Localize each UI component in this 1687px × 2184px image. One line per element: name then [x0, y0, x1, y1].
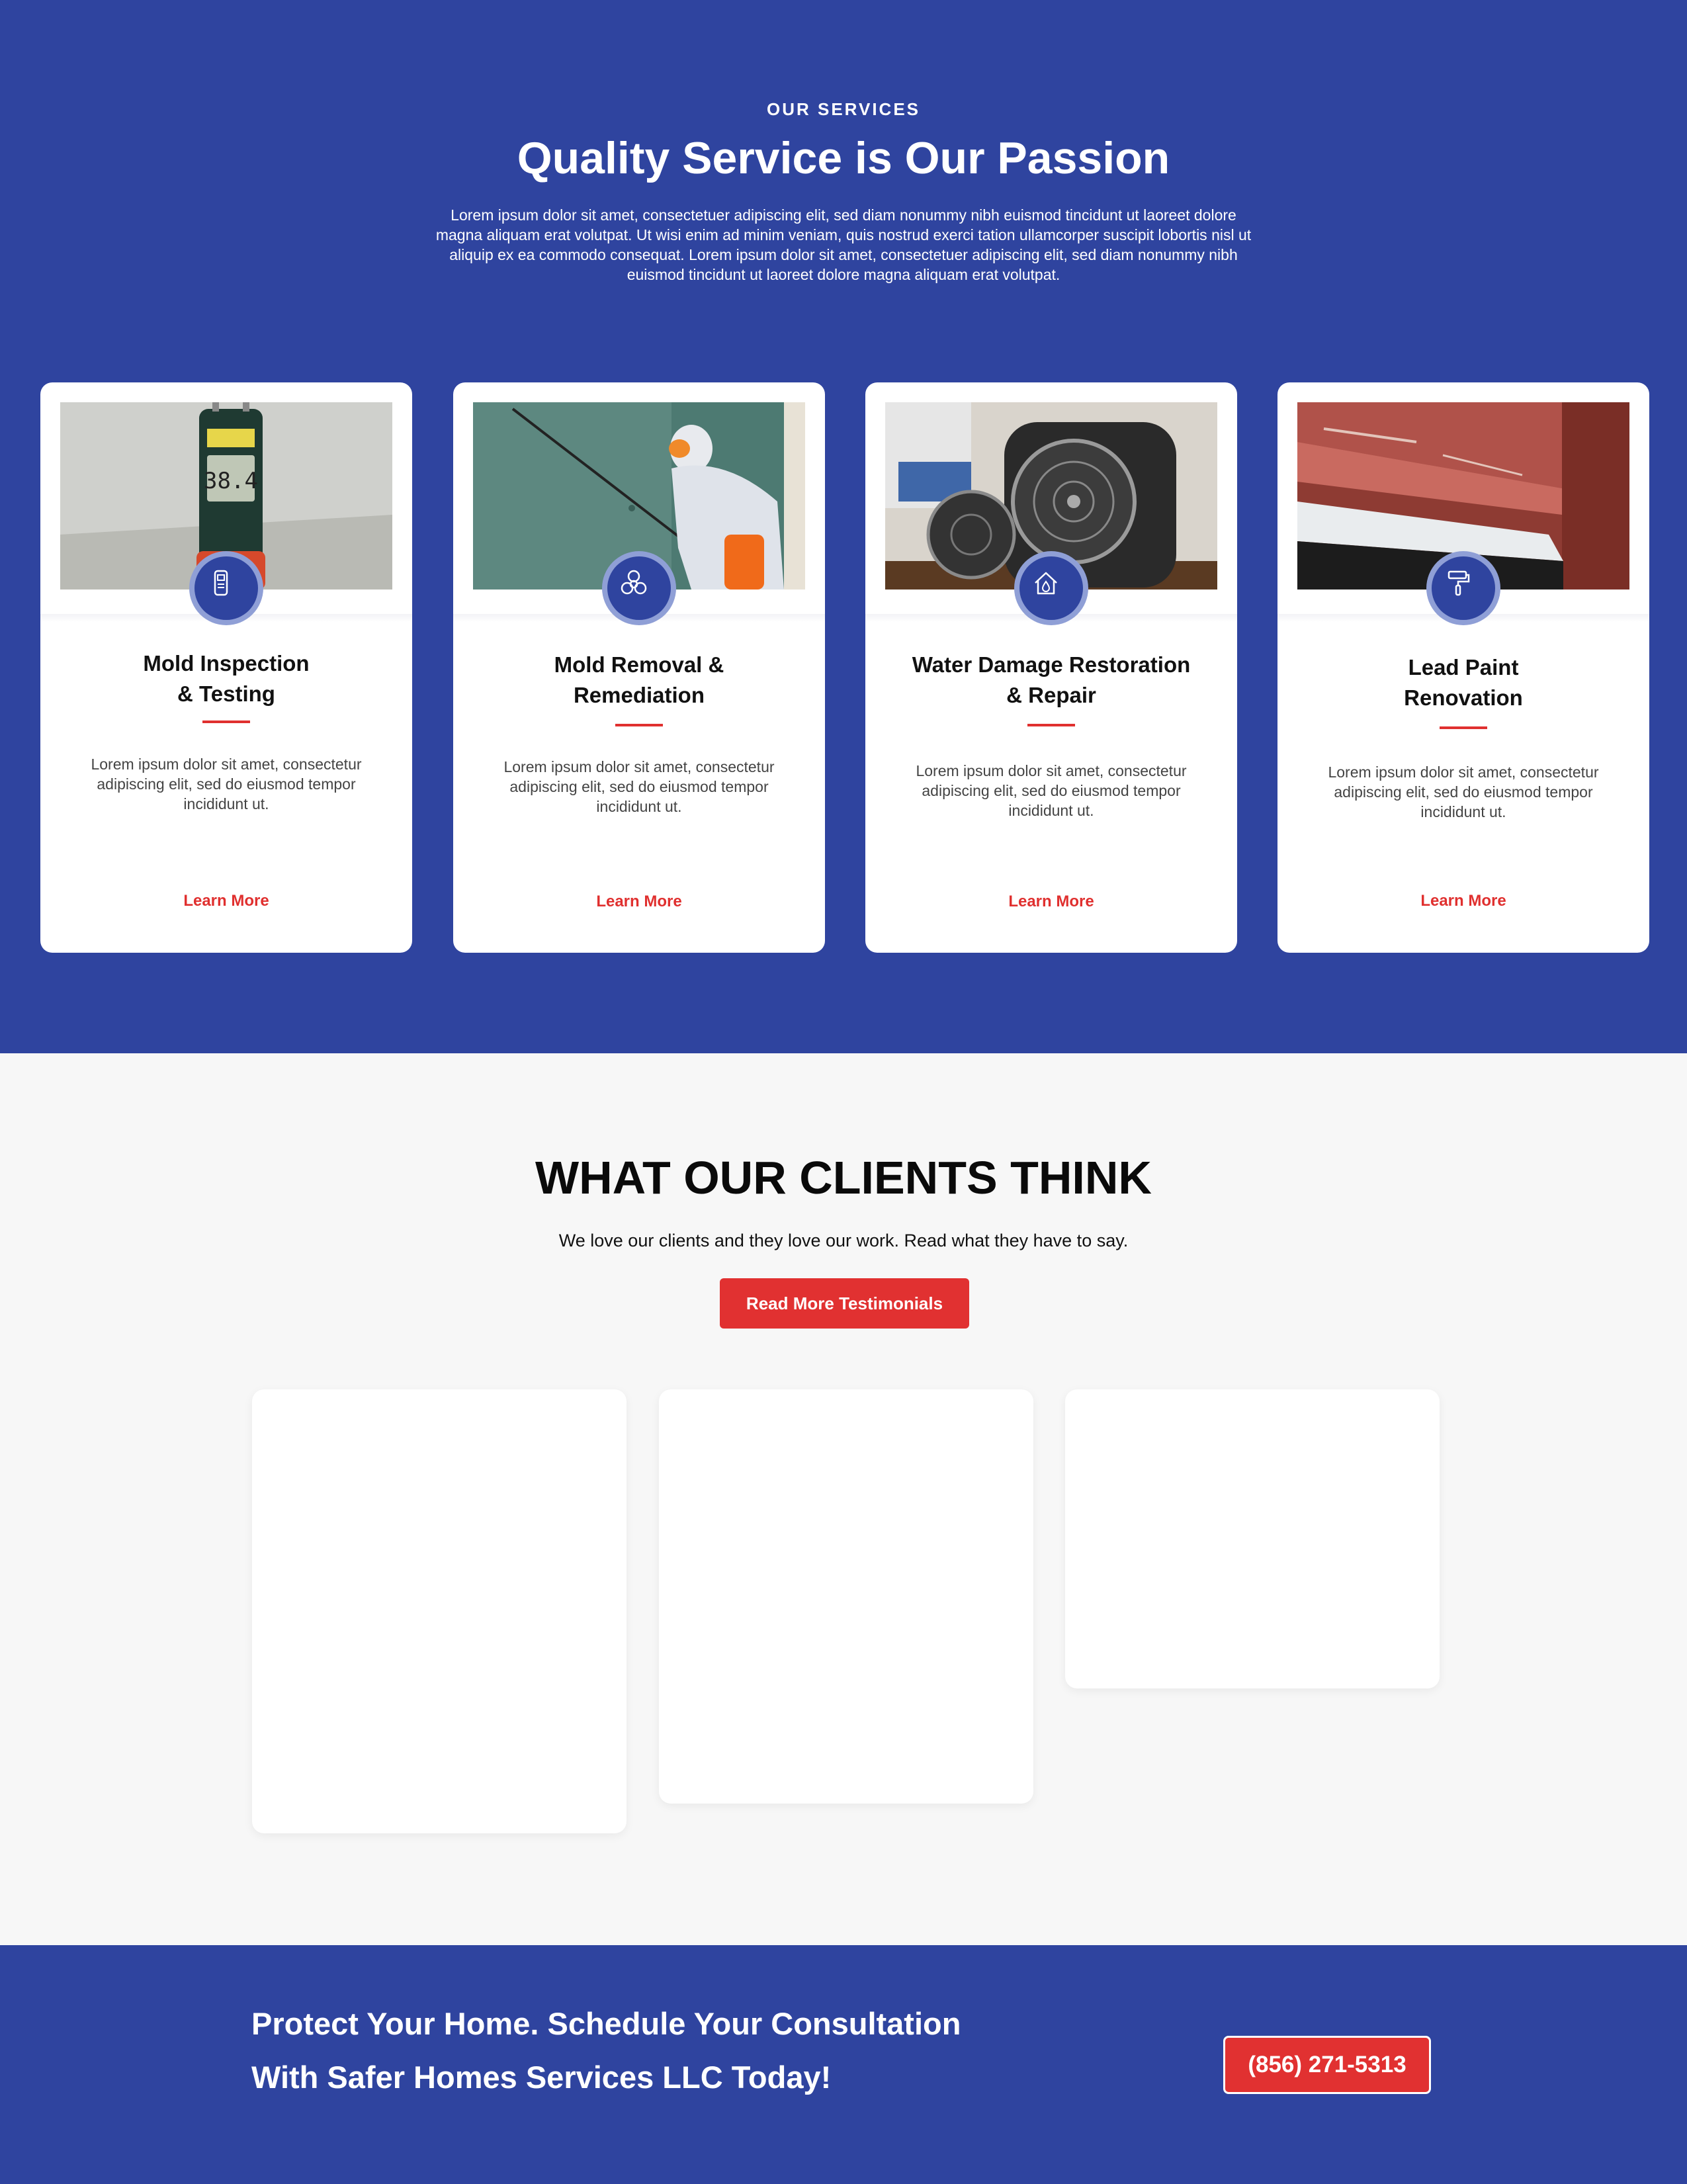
learn-more-link[interactable]: Learn More	[865, 893, 1237, 911]
learn-more-link[interactable]: Learn More	[40, 892, 412, 910]
services-section: OUR SERVICES Quality Service is Our Pass…	[0, 0, 1687, 1053]
consultation-cta-section: Protect Your Home. Schedule Your Consult…	[0, 1945, 1687, 2184]
service-card-text: Lorem ipsum dolor sit amet, consectetur …	[503, 758, 775, 815]
services-title: Quality Service is Our Passion	[517, 133, 1170, 183]
clients-title: WHAT OUR CLIENTS THINK	[535, 1152, 1152, 1203]
service-badge	[602, 551, 676, 625]
service-card-title: Lead Paint Renovation	[1404, 655, 1523, 710]
service-badge	[1014, 551, 1088, 625]
service-card-text: Lorem ipsum dolor sit amet, consectetur …	[1328, 764, 1599, 820]
phone-call-button[interactable]: (856) 271-5313	[1223, 2036, 1431, 2094]
learn-more-link[interactable]: Learn More	[453, 893, 825, 911]
house-water-drop-icon	[1035, 572, 1057, 595]
services-eyebrow: OUR SERVICES	[766, 99, 920, 119]
biohazard-icon	[621, 570, 647, 595]
cta-heading-line2: With Safer Homes Services LLC Today!	[251, 2060, 832, 2095]
title-underline	[1027, 724, 1075, 726]
service-card-mold-inspection: 38.4 Mold Inspection & Testing Lorem ips…	[40, 382, 412, 953]
services-intro: Lorem ipsum dolor sit amet, consectetuer…	[435, 206, 1252, 283]
title-underline	[1440, 726, 1487, 729]
service-badge	[189, 551, 263, 625]
service-card-text: Lorem ipsum dolor sit amet, consectetur …	[916, 762, 1187, 819]
service-card-title: Mold Removal & Remediation	[554, 652, 724, 707]
testimonial-card	[659, 1389, 1033, 1804]
service-card-text: Lorem ipsum dolor sit amet, consectetur …	[91, 756, 362, 812]
title-underline	[202, 721, 250, 723]
title-underline	[615, 724, 663, 726]
paint-roller-icon	[1448, 570, 1470, 596]
testimonial-card	[252, 1389, 627, 1833]
service-card-mold-removal: Mold Removal & Remediation Lorem ipsum d…	[453, 382, 825, 953]
moisture-meter-icon	[214, 570, 228, 596]
cta-heading-line1: Protect Your Home. Schedule Your Consult…	[251, 2006, 961, 2041]
learn-more-link[interactable]: Learn More	[1277, 892, 1649, 910]
service-card-water-damage: Water Damage Restoration & Repair Lorem …	[865, 382, 1237, 953]
testimonial-card	[1065, 1389, 1440, 1688]
service-card-lead-paint: Lead Paint Renovation Lorem ipsum dolor …	[1277, 382, 1649, 953]
read-more-testimonials-button[interactable]: Read More Testimonials	[720, 1278, 969, 1329]
svg-text:38.4: 38.4	[204, 468, 258, 494]
service-badge	[1426, 551, 1500, 625]
service-card-title: Mold Inspection & Testing	[143, 651, 310, 706]
clients-subtitle: We love our clients and they love our wo…	[558, 1231, 1129, 1250]
service-card-title: Water Damage Restoration & Repair	[912, 652, 1191, 707]
